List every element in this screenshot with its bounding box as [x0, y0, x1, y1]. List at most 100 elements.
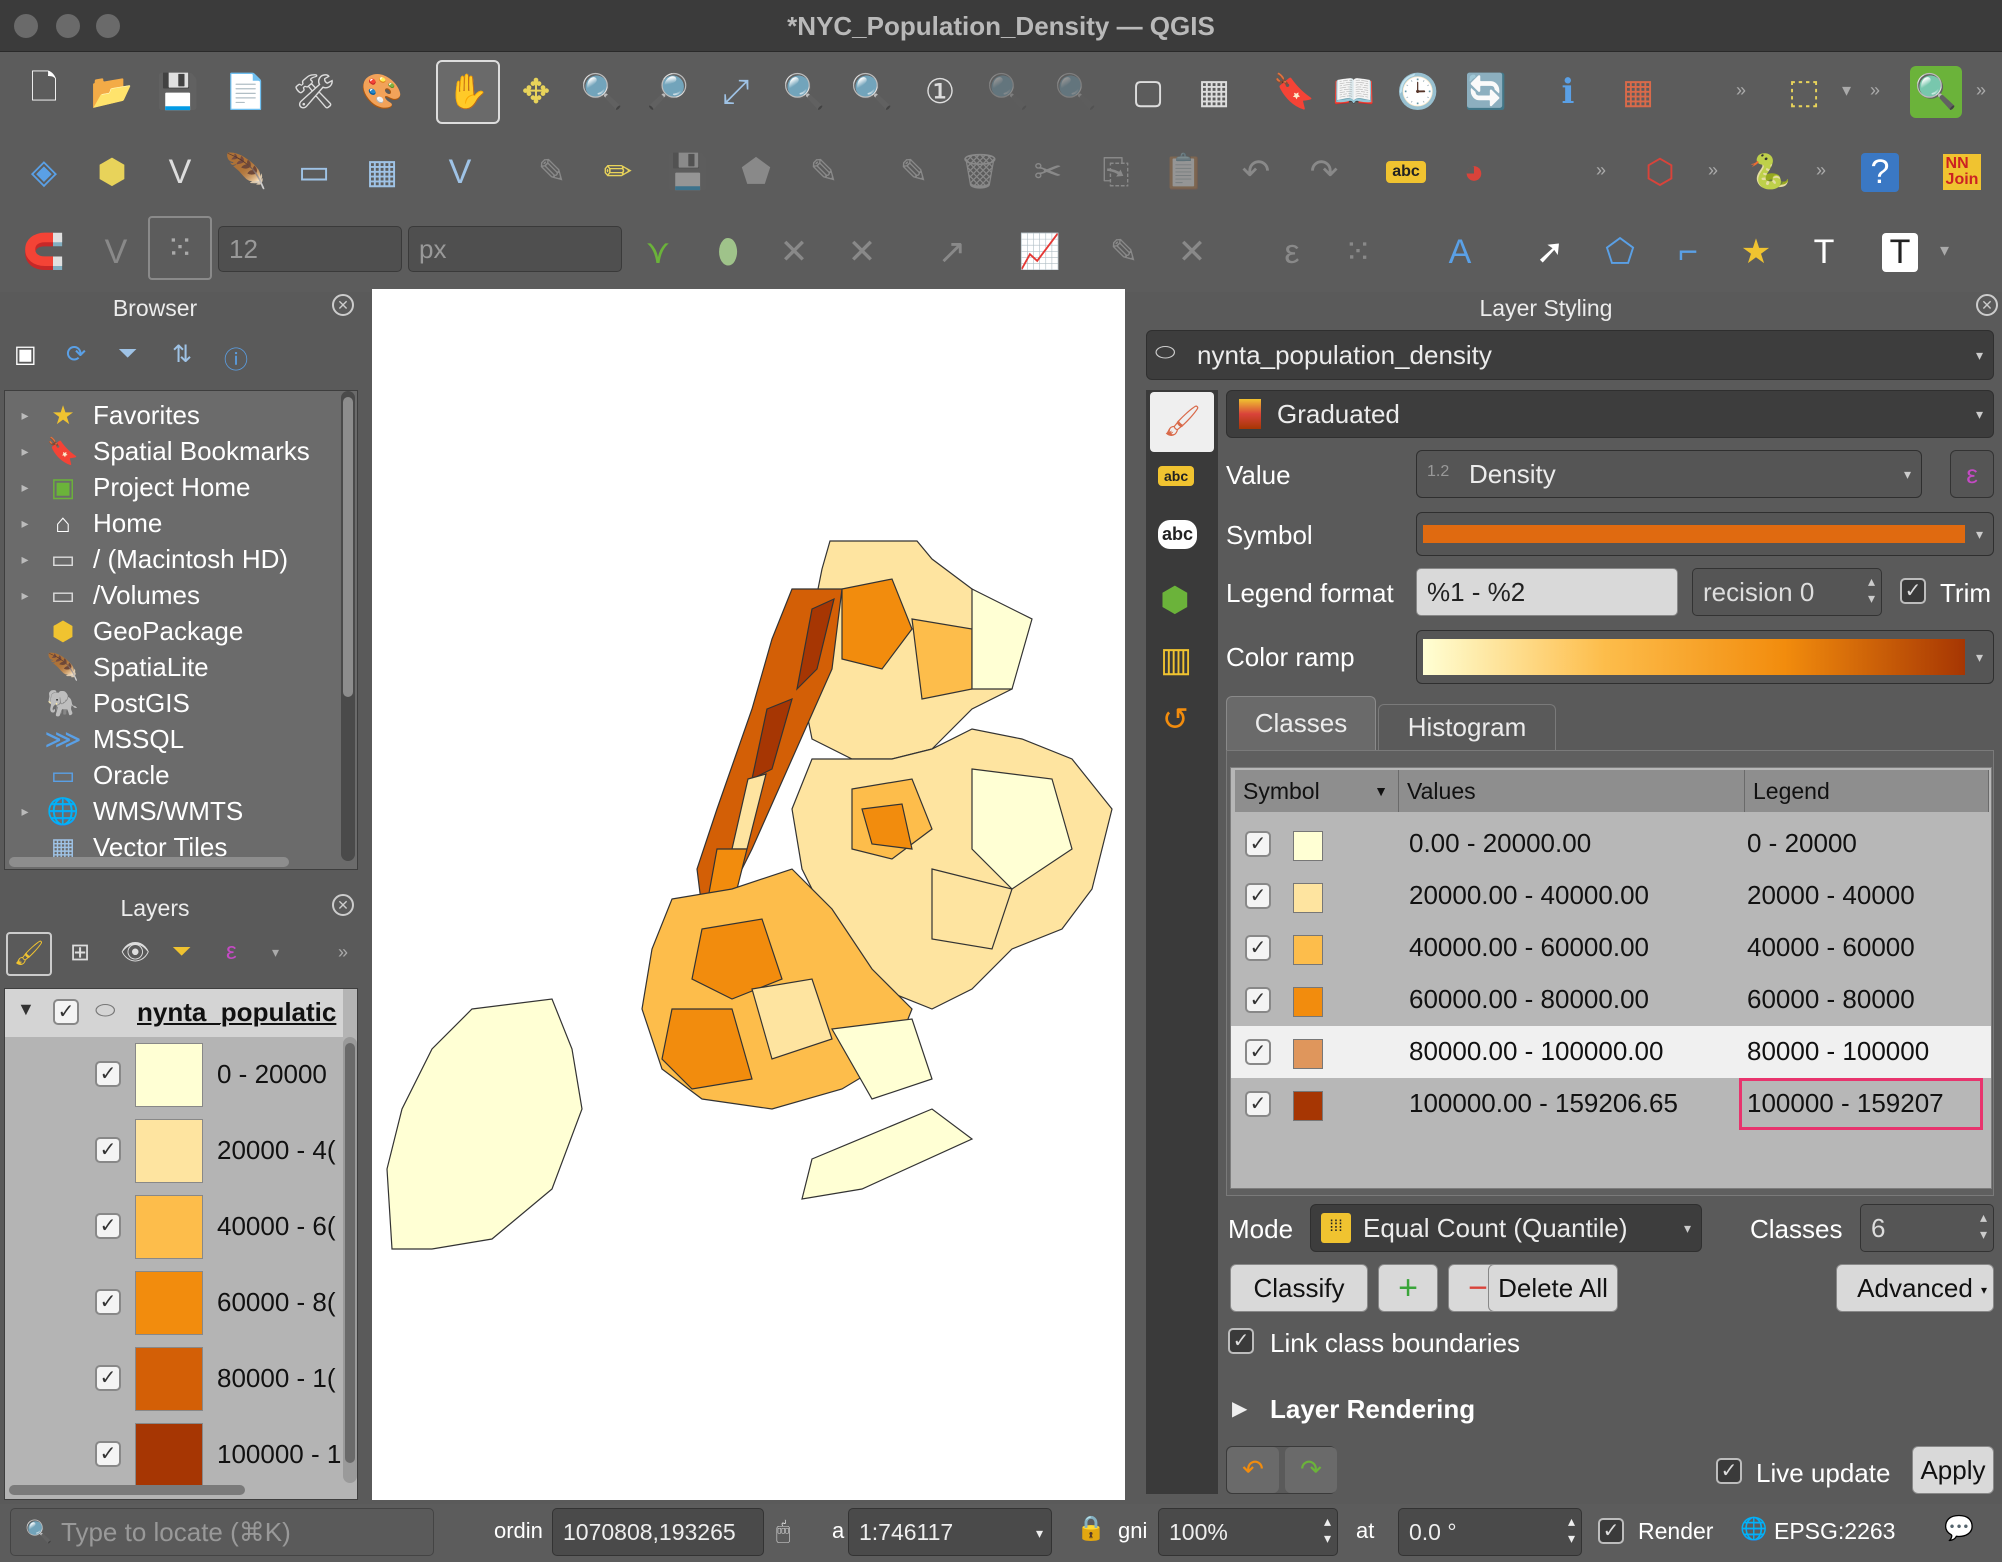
class-symbol-swatch[interactable] — [1293, 883, 1323, 913]
browser-item[interactable]: ▸ ▭ / (Macintosh HD) — [5, 541, 288, 577]
close-layers-icon[interactable]: ✕ — [332, 894, 354, 916]
copy-features-icon[interactable]: ⎘ — [1088, 142, 1144, 202]
add-selected-layers-icon[interactable]: ▣ — [14, 340, 37, 369]
class-values[interactable]: 80000.00 - 100000.00 — [1409, 1036, 1663, 1067]
zoom-full-icon[interactable]: ⤢ — [708, 62, 764, 122]
add-polygon-annotation-icon[interactable]: ⬠ — [1592, 222, 1648, 282]
diagram-tool-icon[interactable]: ◕ — [1446, 142, 1502, 202]
layers-hscrollbar[interactable] — [9, 1485, 245, 1495]
tab-histogram[interactable]: Histogram — [1378, 704, 1556, 750]
show-bookmarks-icon[interactable]: 📖 — [1326, 62, 1382, 122]
open-layer-styling-icon[interactable]: 🖌 — [6, 932, 52, 976]
add-text-annotation-icon[interactable]: T — [1796, 222, 1852, 282]
coordinate-input[interactable]: 1070808,193265 — [552, 1508, 764, 1556]
toolbar-overflow-icon[interactable]: » — [1708, 160, 1718, 181]
browser-item[interactable]: ▸ ▭ /Volumes — [5, 577, 199, 613]
vertex-tool-icon[interactable]: ✎ — [796, 142, 852, 202]
snap-units-select[interactable]: px — [408, 226, 622, 272]
add-marker-annotation-icon[interactable]: ★ — [1728, 222, 1784, 282]
new-mesh-layer-icon[interactable]: V — [432, 142, 488, 202]
filter-expression-icon[interactable]: ε — [226, 938, 237, 966]
legend-row[interactable]: ✓ 80000 - 1( — [5, 1341, 343, 1417]
live-update-checkbox[interactable]: ✓ — [1716, 1458, 1742, 1484]
avoid-overlap-icon[interactable]: ✕ — [766, 222, 822, 282]
column-symbol[interactable]: Symbol ▼ — [1235, 770, 1399, 812]
column-legend[interactable]: Legend — [1745, 770, 1989, 812]
save-project-icon[interactable]: 💾 — [150, 62, 206, 122]
spinbox-arrows-icon[interactable]: ▴ ▾ — [1980, 1209, 1987, 1243]
layer-rendering-label[interactable]: Layer Rendering — [1270, 1394, 1475, 1425]
legend-row[interactable]: ✓ 40000 - 6( — [5, 1189, 343, 1265]
scale-select[interactable]: 1:746117 ▾ — [848, 1508, 1052, 1556]
class-row[interactable]: ✓ 80000.00 - 100000.00 80000 - 100000 — [1231, 1026, 1991, 1078]
class-checkbox[interactable]: ✓ — [1245, 1039, 1271, 1065]
snapping-mode-icon[interactable]: V — [88, 222, 144, 282]
layers-scrollbar-thumb[interactable] — [345, 1043, 355, 1463]
class-checkbox[interactable]: ✓ — [1245, 1091, 1271, 1117]
toolbar-overflow-icon[interactable]: » — [1870, 80, 1880, 101]
new-spatialite-layer-icon[interactable]: 🪶 — [218, 142, 274, 202]
spinbox-arrows-icon[interactable]: ▴ ▾ — [1324, 1513, 1331, 1547]
toolbar-overflow-icon[interactable]: » — [1816, 160, 1826, 181]
symbology-tab-icon[interactable]: 🖌 — [1150, 392, 1214, 452]
snapping-type-icon[interactable]: ⁙ — [148, 216, 212, 280]
toolbar-overflow-icon[interactable]: » — [1976, 80, 1986, 101]
toolbar-overflow-icon[interactable]: » — [1596, 160, 1606, 181]
pan-to-selection-icon[interactable]: ✥ — [508, 62, 564, 122]
close-styling-icon[interactable]: ✕ — [1976, 294, 1998, 316]
select-label-icon[interactable]: ➚ — [1522, 222, 1578, 282]
layer-visibility-checkbox[interactable]: ✓ — [53, 999, 79, 1025]
refresh-browser-icon[interactable]: ⟳ — [66, 340, 86, 369]
class-symbol-swatch[interactable] — [1293, 935, 1323, 965]
lock-scale-icon[interactable]: 🔒 — [1076, 1514, 1106, 1543]
new-bookmark-icon[interactable]: 🔖 — [1266, 62, 1322, 122]
class-values[interactable]: 60000.00 - 80000.00 — [1409, 984, 1649, 1015]
undo-icon[interactable]: ↶ — [1228, 142, 1284, 202]
precision-spinbox[interactable]: recision 0 ▴ ▾ — [1692, 568, 1882, 616]
class-legend[interactable]: 40000 - 60000 — [1747, 932, 1915, 963]
crs-label[interactable]: EPSG:2263 — [1774, 1518, 1895, 1545]
self-snapping-icon[interactable]: ✕ — [834, 222, 890, 282]
rotation-spinbox[interactable]: 0.0 ° ▴ ▾ — [1398, 1508, 1582, 1556]
render-checkbox[interactable]: ✓ — [1598, 1518, 1624, 1544]
class-values[interactable]: 100000.00 - 159206.65 — [1409, 1088, 1678, 1119]
modify-attributes-icon[interactable]: ✎ — [886, 142, 942, 202]
browser-item[interactable]: ▸ ▣ Project Home — [5, 469, 250, 505]
collapse-all-icon[interactable]: ⇅ — [172, 340, 192, 369]
locator-input[interactable]: 🔍 Type to locate (⌘K) — [10, 1508, 434, 1556]
class-checkbox[interactable]: ✓ — [1245, 883, 1271, 909]
expression-button[interactable]: ε — [1950, 450, 1994, 498]
topological-editing-icon[interactable]: ⋎ — [630, 222, 686, 282]
refresh-icon[interactable]: 🔄 — [1458, 62, 1514, 122]
properties-icon[interactable]: ⓘ — [224, 340, 248, 375]
browser-item[interactable]: ▸ 🔖 Spatial Bookmarks — [5, 433, 309, 469]
browser-item[interactable]: ▸ ★ Favorites — [5, 397, 199, 433]
snap-intersection-icon[interactable]: ⬮ — [700, 222, 756, 282]
mode-select[interactable]: ⁞⁞⁞ Equal Count (Quantile) ▾ — [1310, 1204, 1702, 1252]
tracing-icon[interactable]: ↗ — [924, 222, 980, 282]
legend-class-checkbox[interactable]: ✓ — [95, 1365, 121, 1391]
browser-scrollbar[interactable] — [341, 391, 355, 861]
class-symbol-swatch[interactable] — [1293, 1091, 1323, 1121]
pan-map-icon[interactable]: ✋ — [436, 60, 500, 124]
expand-arrow-icon[interactable]: ▸ — [5, 443, 45, 460]
snapping-toggle-icon[interactable]: 🧲 — [16, 222, 72, 282]
class-legend[interactable]: 0 - 20000 — [1747, 828, 1857, 859]
shape-digitize-icon[interactable]: ✕ — [1164, 222, 1220, 282]
new-print-layout-icon[interactable]: 📄 — [218, 62, 274, 122]
toggle-extents-icon[interactable]: 🖱 — [776, 1518, 790, 1546]
browser-hscrollbar[interactable] — [9, 857, 289, 867]
value-field-select[interactable]: 1.2 Density ▾ — [1416, 450, 1922, 498]
legend-class-checkbox[interactable]: ✓ — [95, 1289, 121, 1315]
classify-button[interactable]: Classify — [1230, 1264, 1368, 1312]
legend-row[interactable]: ✓ 100000 - 1 — [5, 1417, 343, 1493]
expand-rendering-icon[interactable]: ▶ — [1232, 1396, 1247, 1421]
expand-arrow-icon[interactable]: ▸ — [5, 407, 45, 424]
layer-row[interactable]: ▼ ✓ ⬭ nynta_populatic — [5, 989, 343, 1037]
apply-button[interactable]: Apply — [1912, 1446, 1994, 1494]
locator-search-icon[interactable]: 🔍 — [1910, 66, 1962, 118]
nnjoin-icon[interactable]: NN Join — [1934, 142, 1990, 202]
toggle-editing-icon[interactable]: ✏ — [590, 142, 646, 202]
current-edits-icon[interactable]: ✎ — [524, 142, 580, 202]
browser-item[interactable]: ▸ 🌐 WMS/WMTS — [5, 793, 243, 829]
